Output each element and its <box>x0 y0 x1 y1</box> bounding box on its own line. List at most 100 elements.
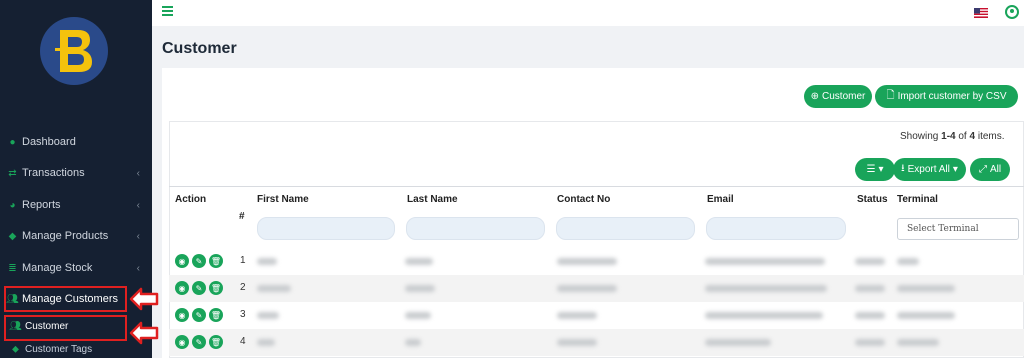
edit-icon[interactable]: ✎ <box>192 281 206 295</box>
redacted-contact <box>557 312 597 319</box>
caret-down-icon: ▾ <box>878 164 884 175</box>
export-all-button[interactable]: ⭳ Export All ▾ <box>893 158 966 181</box>
chevron-left-icon: ‹ <box>136 199 140 211</box>
redacted-status <box>855 285 885 292</box>
edit-icon[interactable]: ✎ <box>192 308 206 322</box>
delete-icon[interactable]: 🗑︎ <box>209 254 223 268</box>
sidebar-item-manage-stock[interactable]: ≣ Manage Stock ‹ <box>0 257 152 279</box>
view-icon[interactable]: ◉ <box>175 281 189 295</box>
delete-icon[interactable]: 🗑︎ <box>209 335 223 349</box>
redacted-email <box>705 339 771 346</box>
redacted-last-name <box>405 285 435 292</box>
show-all-label: All <box>989 164 1002 175</box>
view-icon[interactable]: ◉ <box>175 254 189 268</box>
summary-text: Showing 1-4 of 4 items. <box>900 131 1005 142</box>
box-icon: ◆ <box>8 230 17 242</box>
sidebar-item-manage-products[interactable]: ◆ Manage Products ‹ <box>0 225 152 247</box>
annotation-box-1 <box>4 286 127 312</box>
table-row: ◉ ✎ 🗑︎ 4 <box>169 329 1024 356</box>
view-icon[interactable]: ◉ <box>175 335 189 349</box>
redacted-status <box>855 312 885 319</box>
row-number: 3 <box>240 309 246 320</box>
import-csv-button[interactable]: 🗋︎ Import customer by CSV <box>875 85 1018 108</box>
redacted-last-name <box>405 258 433 265</box>
annotation-box-2 <box>4 315 127 341</box>
show-all-button[interactable]: ⤢ All <box>970 158 1010 181</box>
column-header-index[interactable]: # <box>239 211 245 222</box>
summary-suffix: items. <box>975 131 1005 142</box>
table-row: ◉ ✎ 🗑︎ 1 <box>169 248 1024 275</box>
pie-chart-icon: ◕ <box>9 199 16 211</box>
sidebar-item-label: Reports <box>22 199 61 211</box>
add-customer-label: Customer <box>822 91 866 102</box>
table-row: ◉ ✎ 🗑︎ 3 <box>169 302 1024 329</box>
page-title: Customer <box>162 40 237 57</box>
redacted-status <box>855 258 885 265</box>
redacted-first-name <box>257 312 279 319</box>
sidebar-item-label: Dashboard <box>22 136 76 148</box>
summary-prefix: Showing <box>900 131 942 142</box>
column-header-status[interactable]: Status <box>857 194 888 205</box>
redacted-status <box>855 339 885 346</box>
delete-icon[interactable]: 🗑︎ <box>209 308 223 322</box>
row-number: 1 <box>240 255 246 266</box>
column-header-last-name[interactable]: Last Name <box>407 194 458 205</box>
redacted-first-name <box>257 258 277 265</box>
email-filter-input[interactable] <box>706 217 846 240</box>
redacted-contact <box>557 258 617 265</box>
user-profile-icon[interactable] <box>1005 5 1019 19</box>
redacted-contact <box>557 285 617 292</box>
redacted-email <box>705 312 823 319</box>
export-all-label: Export All <box>907 164 950 175</box>
column-header-terminal[interactable]: Terminal <box>897 194 938 205</box>
redacted-terminal <box>897 339 939 346</box>
redacted-email <box>705 258 825 265</box>
column-toggle-button[interactable]: ☰ ▾ <box>855 158 895 181</box>
delete-icon[interactable]: 🗑︎ <box>209 281 223 295</box>
column-header-action: Action <box>175 194 207 205</box>
sidebar-item-dashboard[interactable]: ● Dashboard <box>0 131 152 153</box>
summary-range: 1-4 <box>941 131 956 142</box>
top-bar <box>152 0 1024 26</box>
table-header-divider <box>169 186 1024 187</box>
sidebar-item-reports[interactable]: ◕ Reports ‹ <box>0 194 152 216</box>
file-icon: 🗋︎ <box>886 90 895 101</box>
chevron-left-icon: ‹ <box>136 167 140 179</box>
brand-logo[interactable] <box>40 17 108 85</box>
redacted-contact <box>557 339 597 346</box>
redacted-first-name <box>257 285 291 292</box>
edit-icon[interactable]: ✎ <box>192 254 206 268</box>
column-header-first-name[interactable]: First Name <box>257 194 309 205</box>
sidebar-item-label: Manage Stock <box>22 262 93 274</box>
view-icon[interactable]: ◉ <box>175 308 189 322</box>
expand-icon: ⤢ <box>978 164 987 175</box>
column-header-email[interactable]: Email <box>707 194 734 205</box>
redacted-terminal <box>897 258 919 265</box>
add-customer-button[interactable]: ⊕ Customer <box>804 85 872 108</box>
list-icon: ≣ <box>8 262 17 274</box>
import-csv-label: Import customer by CSV <box>897 91 1007 102</box>
redacted-email <box>705 285 827 292</box>
chevron-left-icon: ‹ <box>136 262 140 274</box>
annotation-arrow-icon <box>129 287 159 311</box>
us-flag-icon[interactable] <box>974 8 988 18</box>
chevron-left-icon: ‹ <box>136 230 140 242</box>
summary-mid: of <box>955 131 970 142</box>
hamburger-menu-icon[interactable] <box>162 6 173 16</box>
export-icon: ⭳ <box>901 163 905 174</box>
sidebar-item-transactions[interactable]: ⇄ Transactions ‹ <box>0 162 152 184</box>
exchange-icon: ⇄ <box>8 167 17 179</box>
column-header-contact-no[interactable]: Contact No <box>557 194 610 205</box>
annotation-arrow-icon <box>129 321 159 345</box>
row-number: 2 <box>240 282 246 293</box>
redacted-last-name <box>405 339 421 346</box>
terminal-filter-select[interactable]: Select Terminal <box>897 218 1019 240</box>
redacted-last-name <box>405 312 431 319</box>
last-name-filter-input[interactable] <box>406 217 545 240</box>
table-row: ◉ ✎ 🗑︎ 2 <box>169 275 1024 302</box>
contact-no-filter-input[interactable] <box>556 217 695 240</box>
first-name-filter-input[interactable] <box>257 217 395 240</box>
redacted-first-name <box>257 339 275 346</box>
edit-icon[interactable]: ✎ <box>192 335 206 349</box>
list-icon: ☰ <box>866 164 876 175</box>
